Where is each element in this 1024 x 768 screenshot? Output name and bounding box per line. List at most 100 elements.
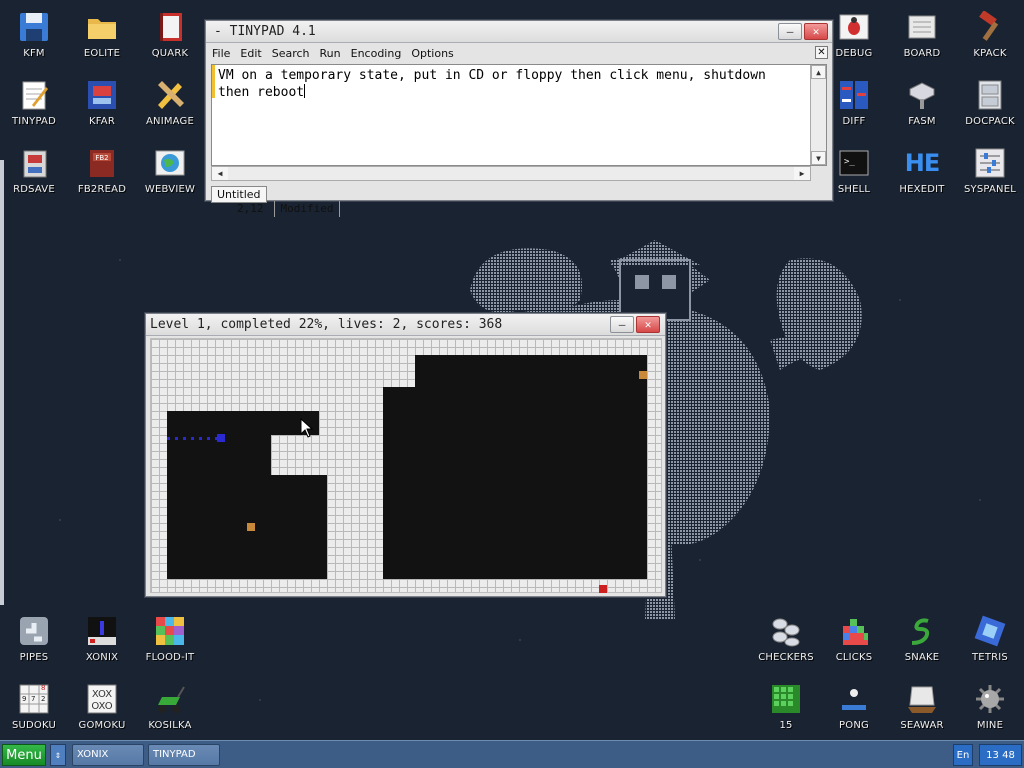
desktop-icon-mine[interactable]: MINE — [956, 676, 1024, 738]
minimize-button[interactable]: — — [778, 23, 802, 40]
desktop-icon-eolite[interactable]: EOLITE — [68, 4, 136, 66]
icon-label: SHELL — [837, 184, 871, 195]
icon-label: MINE — [976, 720, 1004, 731]
mine-icon — [973, 682, 1007, 716]
cursor-position: 2,12 — [211, 201, 275, 217]
desktop-icon-docpack[interactable]: DOCPACK — [956, 72, 1024, 134]
desktop-icon-kfm[interactable]: KFM — [0, 4, 68, 66]
desktop-icon-tinypad[interactable]: TINYPAD — [0, 72, 68, 134]
close-button[interactable]: ✕ — [636, 316, 660, 333]
modified-status: Modified — [275, 201, 341, 217]
captured-land — [327, 507, 343, 579]
desktop-icon-kfar[interactable]: KFAR — [68, 72, 136, 134]
task-button-xonix[interactable]: XONIX — [72, 744, 144, 766]
vertical-scrollbar[interactable]: ▲ ▼ — [810, 65, 826, 165]
editor-text: VM on a temporary state, put in CD or fl… — [218, 67, 798, 101]
desktop-icon-15[interactable]: 15 — [752, 676, 820, 738]
start-menu-button[interactable]: Menu — [2, 744, 46, 766]
desktop-icon-hexedit[interactable]: HE HEXEDIT — [888, 140, 956, 202]
sudoku-icon: 8 9 7 2 — [17, 682, 51, 716]
taskbar-switch-button[interactable]: ⇕ — [50, 744, 66, 766]
tinypad-titlebar[interactable]: - TINYPAD 4.1 — ✕ — [206, 21, 832, 43]
desktop-icon-rdsave[interactable]: RDSAVE — [0, 140, 68, 202]
text-editor[interactable]: VM on a temporary state, put in CD or fl… — [211, 64, 827, 166]
icon-label: WEBVIEW — [144, 184, 196, 195]
tinypad-window: - TINYPAD 4.1 — ✕ File Edit Search Run E… — [205, 20, 833, 217]
pong-icon — [837, 682, 871, 716]
horizontal-scrollbar[interactable]: ◀ ▶ — [211, 166, 811, 181]
ship-icon — [905, 682, 939, 716]
desktop-icon-sudoku[interactable]: 8 9 7 2 SUDOKU — [0, 676, 68, 738]
svg-text:OXO: OXO — [91, 701, 112, 712]
menu-run[interactable]: Run — [320, 47, 341, 60]
file-tabs: Untitled — [211, 183, 267, 203]
desktop-icon-tetris[interactable]: TETRIS — [956, 608, 1024, 670]
desktop-icon-snake[interactable]: SNAKE — [888, 608, 956, 670]
desktop-icon-pong[interactable]: PONG — [820, 676, 888, 738]
scroll-down-button[interactable]: ▼ — [811, 151, 826, 165]
desktop-icon-xonix[interactable]: XONIX — [68, 608, 136, 670]
diff-icon — [837, 78, 871, 112]
icon-label: PIPES — [19, 652, 49, 663]
icon-label: HEXEDIT — [899, 184, 945, 195]
desktop-icon-kpack[interactable]: KPACK — [956, 4, 1024, 66]
archive-icon — [85, 78, 119, 112]
scroll-up-button[interactable]: ▲ — [811, 65, 826, 79]
desktop-icon-animage[interactable]: ANIMAGE — [136, 72, 204, 134]
icon-label: KFM — [23, 48, 45, 59]
icon-label: FLOOD-IT — [145, 652, 195, 663]
scroll-right-button[interactable]: ▶ — [794, 167, 810, 180]
icon-label: SUDOKU — [11, 720, 57, 731]
task-button-tinypad[interactable]: TINYPAD — [148, 744, 220, 766]
sudoku-digit: 2 — [41, 695, 46, 703]
xonix-icon — [85, 614, 119, 648]
icon-label: KFAR — [89, 116, 115, 127]
left-desktop-edge — [0, 160, 4, 605]
menu-encoding[interactable]: Encoding — [351, 47, 402, 60]
desktop-icon-gomoku[interactable]: XOX OXO GOMOKU — [68, 676, 136, 738]
desktop-icon-board[interactable]: BOARD — [888, 4, 956, 66]
desktop-icon-flood-it[interactable]: FLOOD-IT — [136, 608, 204, 670]
menu-edit[interactable]: Edit — [240, 47, 261, 60]
desktop-icon-clicks[interactable]: CLICKS — [820, 608, 888, 670]
desktop-icon-kosilka[interactable]: KOSILKA — [136, 676, 204, 738]
icon-label: FASM — [908, 116, 936, 127]
text-caret — [304, 84, 306, 98]
desktop-icon-fb2read[interactable]: FB2 FB2READ — [68, 140, 136, 202]
land-enemy — [599, 585, 607, 593]
game-field[interactable] — [150, 338, 662, 593]
close-button[interactable]: ✕ — [804, 23, 828, 40]
sudoku-digit: 9 — [22, 695, 27, 703]
minimize-button[interactable]: — — [610, 316, 634, 333]
game-status-title: Level 1, completed 22%, lives: 2, scores… — [150, 317, 503, 332]
notepad-icon — [17, 78, 51, 112]
close-file-button[interactable]: ✕ — [815, 46, 828, 59]
clock[interactable]: 13 48 — [979, 744, 1022, 766]
desktop-icon-seawar[interactable]: SEAWAR — [888, 676, 956, 738]
svg-text:FB2: FB2 — [95, 154, 108, 162]
player-cursor — [217, 434, 225, 442]
hammer-icon — [973, 10, 1007, 44]
sliders-icon — [973, 146, 1007, 180]
mower-icon — [153, 682, 187, 716]
desktop-icon-fasm[interactable]: FASM — [888, 72, 956, 134]
scroll-left-button[interactable]: ◀ — [212, 167, 228, 180]
desktop-icon-quark[interactable]: QUARK — [136, 4, 204, 66]
language-indicator[interactable]: En — [953, 744, 973, 766]
desktop-icon-webview[interactable]: WEBVIEW — [136, 140, 204, 202]
menu-options[interactable]: Options — [411, 47, 453, 60]
icon-label: RDSAVE — [13, 184, 55, 195]
menu-search[interactable]: Search — [272, 47, 310, 60]
icon-label: DIFF — [842, 116, 866, 127]
floppy-icon — [17, 10, 51, 44]
menu-file[interactable]: File — [212, 47, 230, 60]
save-disk-icon — [17, 146, 51, 180]
desktop-icon-checkers[interactable]: CHECKERS — [752, 608, 820, 670]
desktop-icon-pipes[interactable]: PIPES — [0, 608, 68, 670]
icon-label: QUARK — [151, 48, 189, 59]
captured-land — [335, 475, 343, 507]
icon-label: BOARD — [903, 48, 941, 59]
xonix-titlebar[interactable]: Level 1, completed 22%, lives: 2, scores… — [146, 314, 665, 336]
desktop-icon-syspanel[interactable]: SYSPANEL — [956, 140, 1024, 202]
icon-label: CLICKS — [835, 652, 873, 663]
